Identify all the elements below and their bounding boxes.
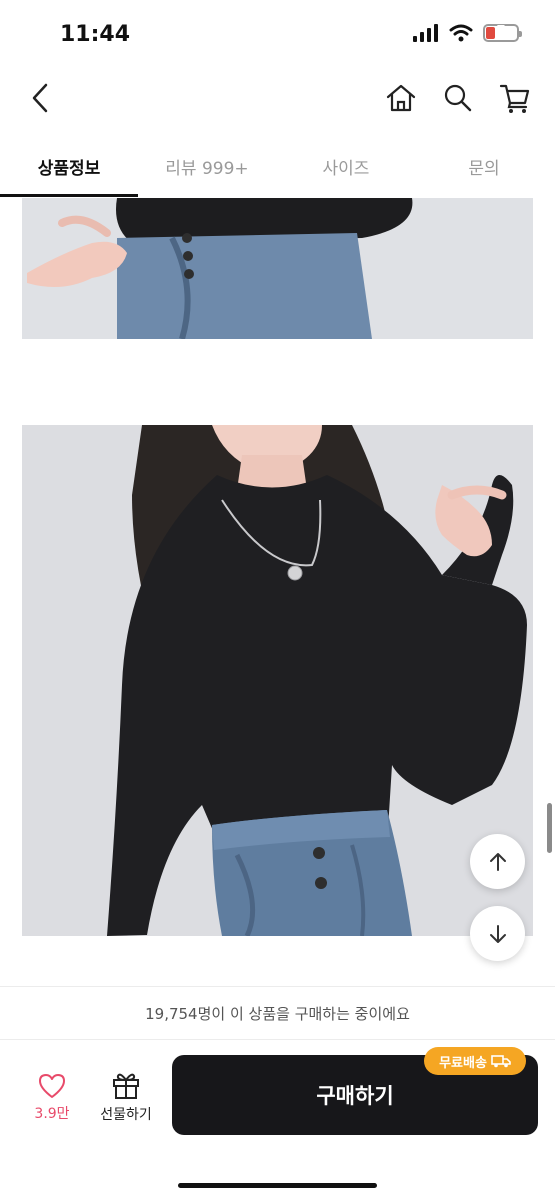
scroll-up-button[interactable] [470, 834, 525, 889]
chevron-left-icon [32, 83, 48, 113]
home-indicator [178, 1183, 377, 1188]
free-shipping-badge: 무료배송 [424, 1047, 526, 1075]
search-icon [444, 84, 472, 112]
tab-inquiry[interactable]: 문의 [415, 136, 553, 196]
gift-label: 선물하기 [100, 1107, 152, 1123]
product-tabs: 상품정보 리뷰 999+ 사이즈 문의 [0, 136, 555, 199]
status-icons: 7 [413, 24, 522, 42]
scroll-indicator[interactable] [547, 803, 552, 853]
home-icon [386, 84, 416, 112]
status-time: 11:44 [60, 22, 131, 47]
gift-button[interactable]: 선물하기 [93, 1070, 159, 1124]
product-detail-content[interactable] [0, 198, 555, 985]
tab-reviews[interactable]: 리뷰 999+ [138, 136, 276, 196]
active-tab-indicator [0, 194, 138, 197]
purchase-panel: 19,754명이 이 상품을 구매하는 중이에요 3.9만 선물하기 구매하기 [0, 986, 555, 1201]
purchasing-notice: 19,754명이 이 상품을 구매하는 중이에요 [0, 987, 555, 1040]
tab-size[interactable]: 사이즈 [277, 136, 415, 196]
signal-icon [413, 24, 438, 42]
free-shipping-label: 무료배송 [439, 1055, 487, 1071]
battery-level: 7 [496, 24, 506, 39]
scroll-down-button[interactable] [470, 906, 525, 961]
tab-product-info[interactable]: 상품정보 [0, 136, 138, 196]
status-bar: 11:44 7 [0, 0, 555, 70]
truck-icon [491, 1055, 511, 1068]
like-count: 3.9만 [34, 1106, 70, 1122]
product-photo-1 [22, 198, 533, 339]
cart-button[interactable] [495, 78, 535, 118]
gift-icon [113, 1073, 139, 1099]
wifi-icon [449, 24, 473, 42]
nav-bar [0, 70, 555, 130]
like-button[interactable]: 3.9만 [28, 1073, 76, 1123]
heart-icon [39, 1074, 65, 1098]
search-button[interactable] [438, 78, 478, 118]
arrow-down-icon [489, 924, 506, 943]
back-button[interactable] [20, 78, 60, 118]
home-button[interactable] [381, 78, 421, 118]
cart-icon [499, 84, 530, 113]
battery-icon: 7 [483, 24, 522, 42]
arrow-up-icon [489, 852, 506, 871]
product-photo-2 [22, 425, 533, 936]
